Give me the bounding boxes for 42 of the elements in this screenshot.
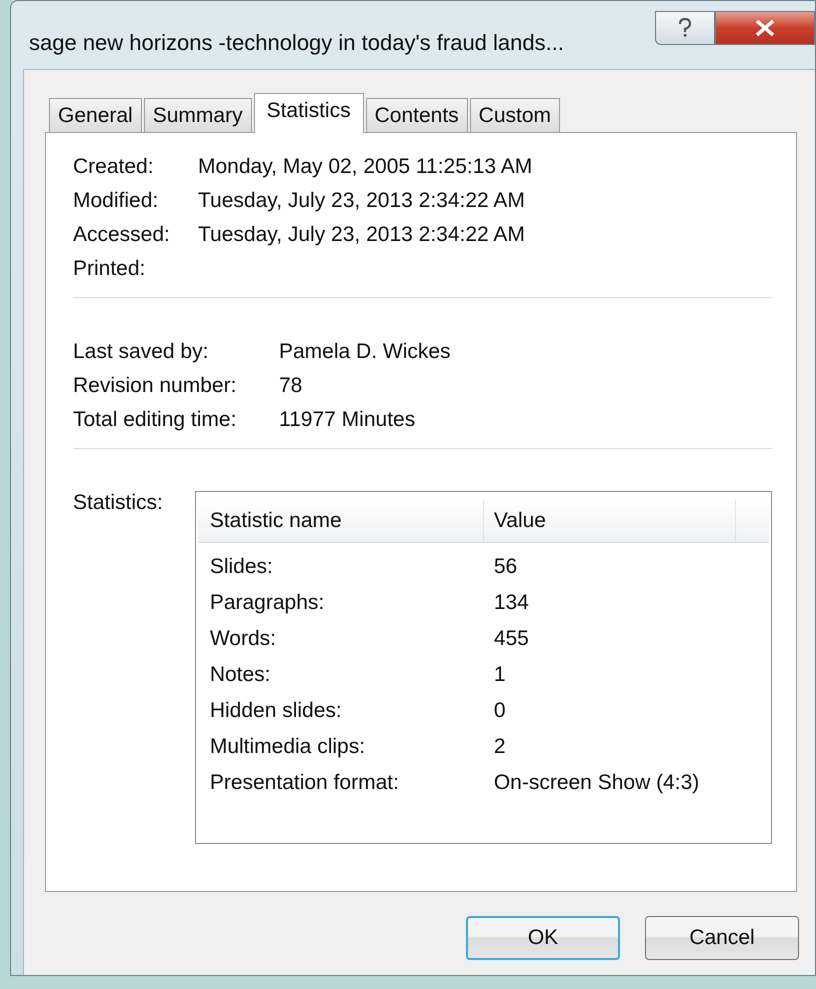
field-label: Total editing time: <box>73 408 238 432</box>
table-cell-text: Paragraphs: <box>208 591 326 615</box>
tab[interactable]: Statistics <box>254 93 364 133</box>
field-value: Monday, May 02, 2005 11:25:13 AM <box>198 155 534 179</box>
dialog-button[interactable]: Cancel <box>645 916 799 960</box>
tab[interactable]: General <box>49 98 142 132</box>
close-button[interactable] <box>715 11 815 45</box>
field-label: Printed: <box>73 257 146 281</box>
column-header[interactable]: Statistic name <box>198 500 484 542</box>
dialog-button[interactable]: OK <box>466 916 620 960</box>
help-button[interactable] <box>655 11 715 45</box>
table-cell-text: Slides: <box>208 555 274 579</box>
table-cell-text: Notes: <box>208 663 272 687</box>
field-label: Statistics: <box>73 491 164 515</box>
field-label: Accessed: <box>73 223 171 247</box>
table-cell-text: Words: <box>208 627 277 651</box>
help-icon <box>678 18 692 38</box>
field-label: Created: <box>73 155 155 179</box>
field-label: Modified: <box>73 189 160 213</box>
window-title: sage new horizons -technology in today's fraud lands... <box>29 30 564 56</box>
table-cell-text: 134 <box>492 591 529 615</box>
table-cell-text: Presentation format: <box>208 771 400 795</box>
field-value: 11977 Minutes <box>279 408 416 432</box>
table-cell-text: 455 <box>492 627 529 651</box>
field-value: Pamela D. Wickes <box>279 340 452 364</box>
table-cell-text: 1 <box>492 663 506 687</box>
field-value: Tuesday, July 23, 2013 2:34:22 AM <box>198 223 526 247</box>
tab[interactable]: Contents <box>366 98 468 132</box>
field-value: Tuesday, July 23, 2013 2:34:22 AM <box>198 189 526 213</box>
table-cell-text: 56 <box>492 555 518 579</box>
tab[interactable]: Custom <box>470 98 560 132</box>
table-cell-text: Hidden slides: <box>208 699 343 723</box>
tab[interactable]: Summary <box>144 98 252 132</box>
column-header[interactable]: Value <box>484 500 736 542</box>
field-value: 78 <box>279 374 304 398</box>
table-cell-text: Multimedia clips: <box>208 735 366 759</box>
table-cell-text: On-screen Show (4:3) <box>492 771 700 795</box>
close-icon <box>754 20 776 36</box>
table-cell-text: 0 <box>492 699 506 723</box>
table-cell-text: 2 <box>492 735 506 759</box>
field-label: Last saved by: <box>73 340 210 364</box>
field-label: Revision number: <box>73 374 238 398</box>
